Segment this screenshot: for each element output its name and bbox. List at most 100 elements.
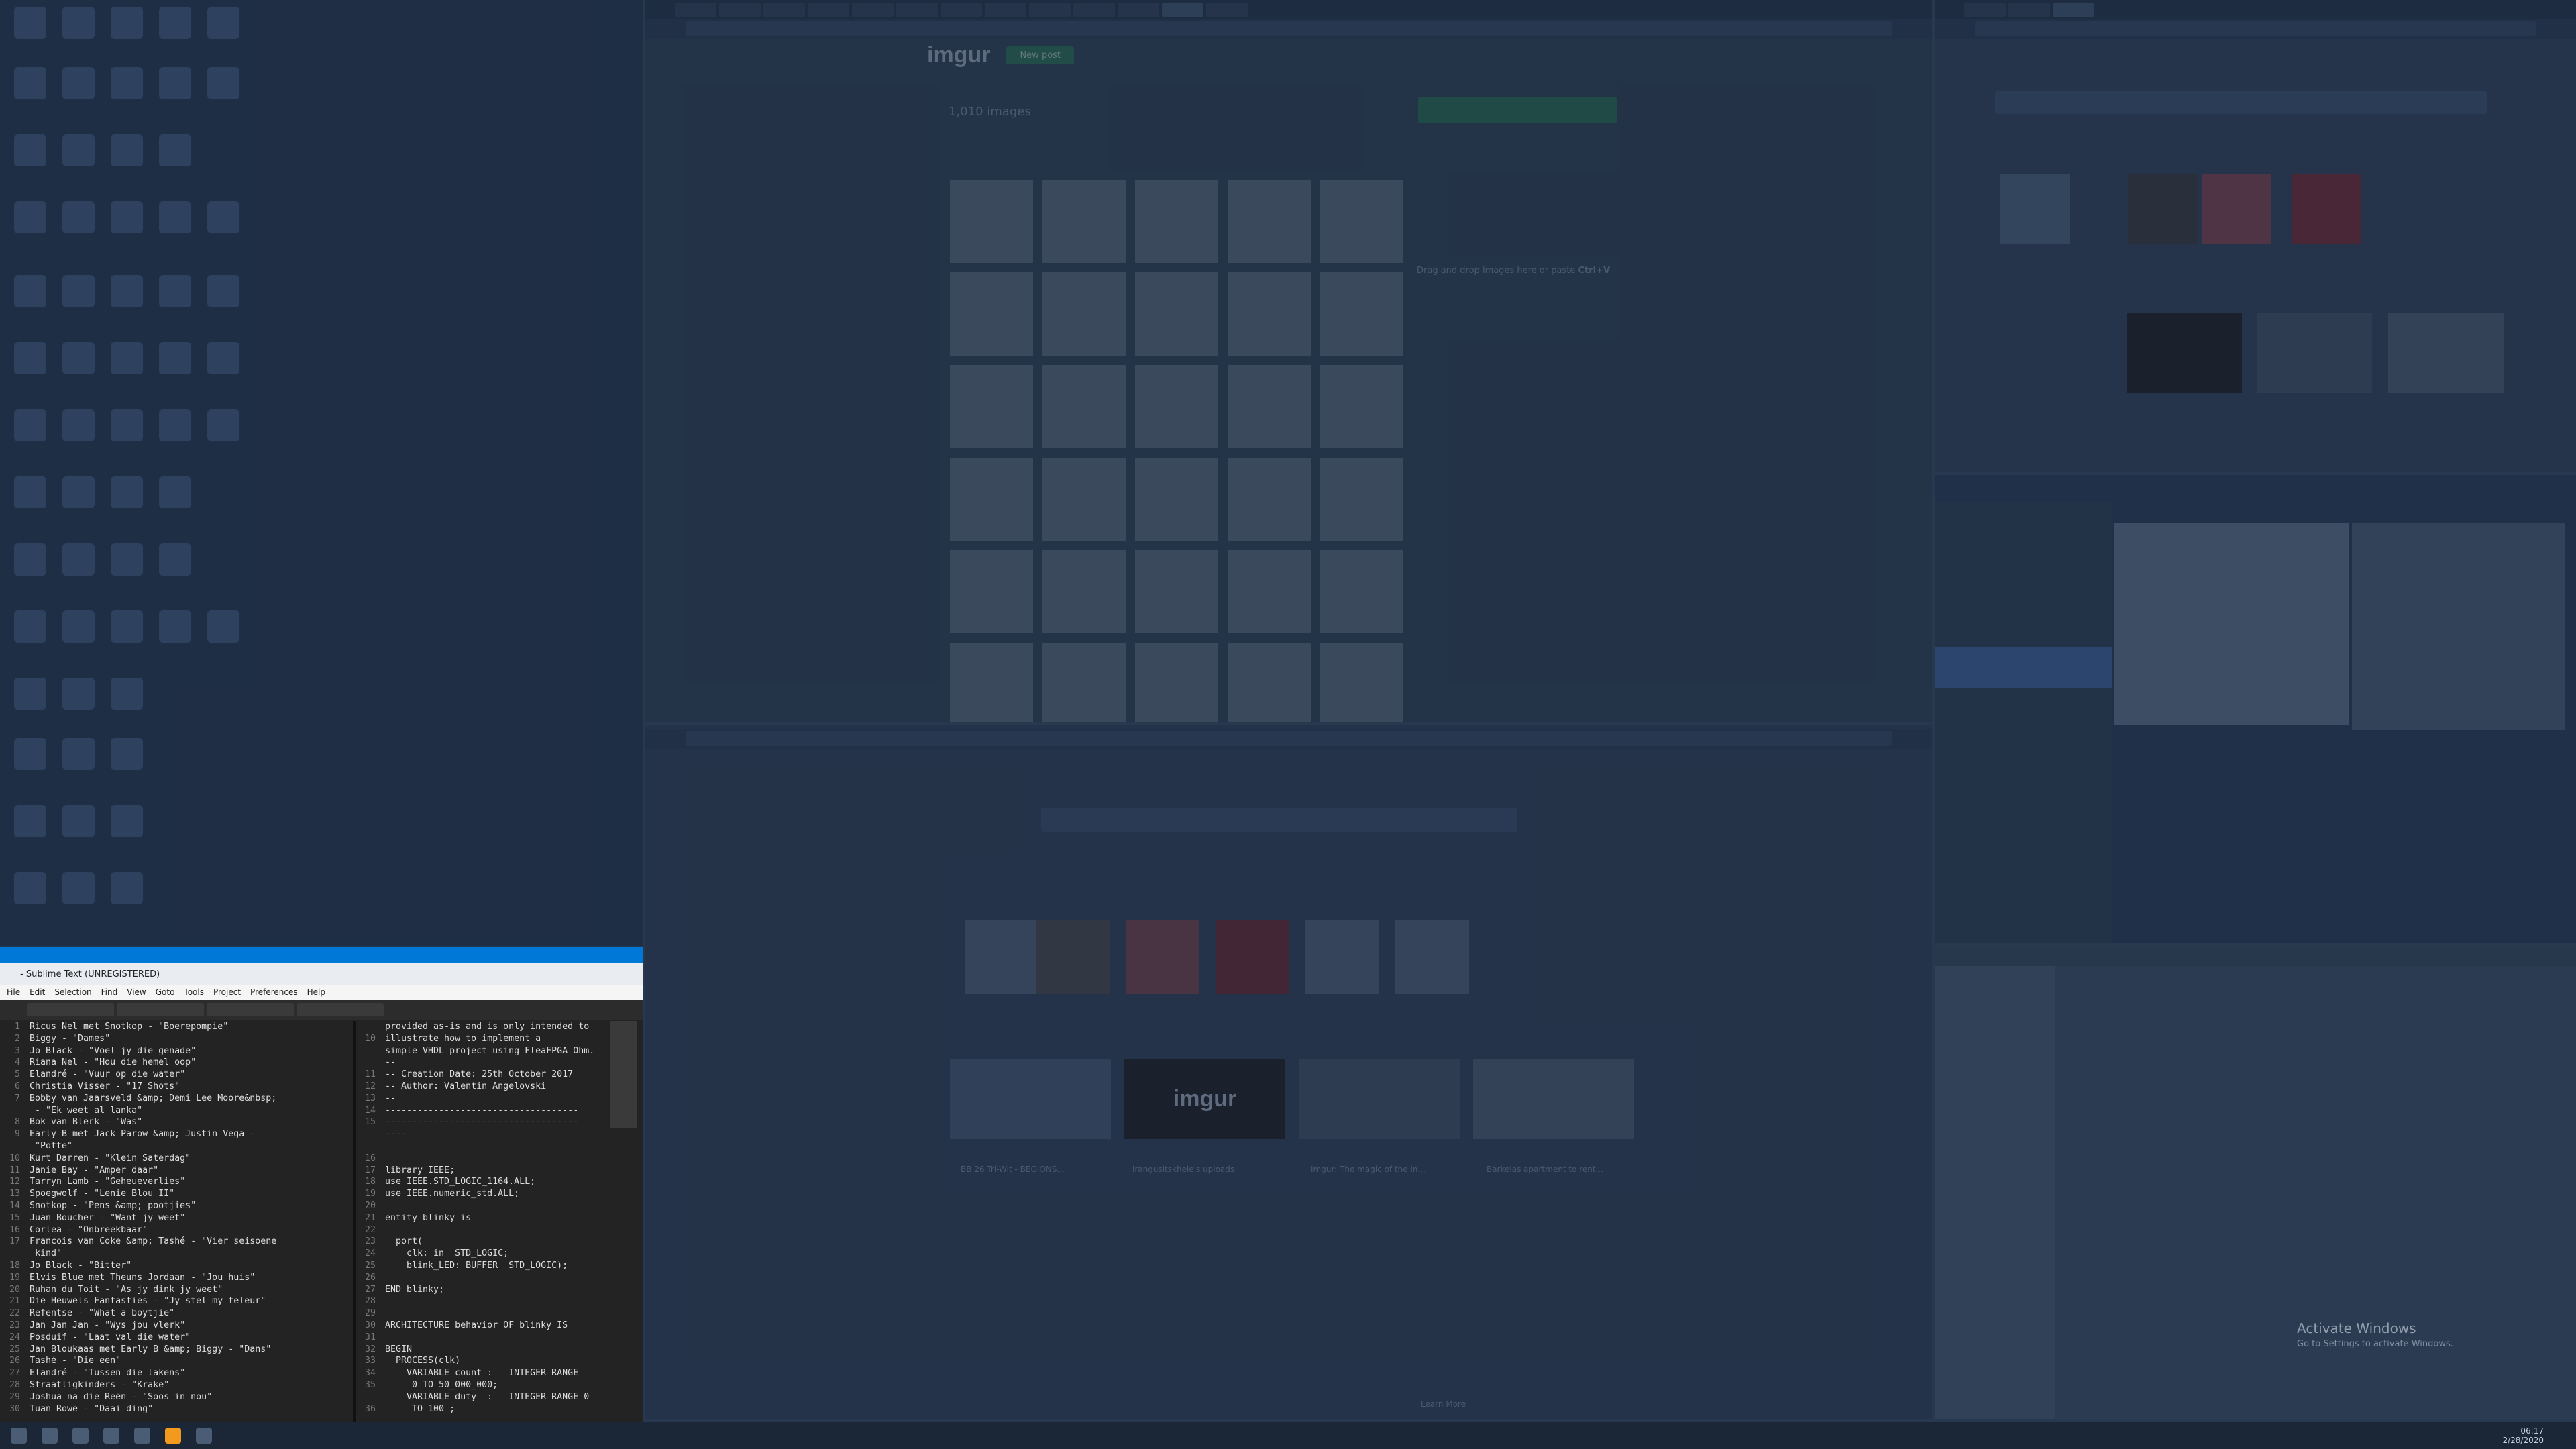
code-line: simple VHDL project using FleaFPGA Ohm. bbox=[360, 1045, 609, 1057]
right-editor[interactable]: provided as-is and is only intended to 10… bbox=[360, 1021, 609, 1415]
code-text: Biggy - "Dames" bbox=[30, 1033, 111, 1044]
code-text: Tuan Rowe - "Daai ding" bbox=[30, 1403, 154, 1414]
menu-goto[interactable]: Goto bbox=[156, 987, 175, 997]
windows-start-icon[interactable] bbox=[11, 1428, 27, 1444]
code-line: 21 entity blinky is bbox=[360, 1212, 609, 1224]
code-line: 31 bbox=[360, 1332, 609, 1344]
line-number: 10 bbox=[364, 1033, 376, 1044]
code-line: 29 bbox=[360, 1307, 609, 1320]
caption-1[interactable]: BB 26 Tri-Wit - BEGIONS... bbox=[961, 1165, 1065, 1174]
code-line: 10 illustrate how to implement a bbox=[360, 1033, 609, 1045]
code-text: Tashé - "Die een" bbox=[30, 1356, 121, 1366]
imgur-logo[interactable]: imgur bbox=[927, 42, 990, 68]
line-number: 13 bbox=[9, 1189, 20, 1199]
code-line: 22 Refentse - "What a boytjie" bbox=[4, 1307, 339, 1320]
imgur-browser: imgur New post 1,010 images Drag and dro… bbox=[645, 0, 1932, 722]
menu-edit[interactable]: Edit bbox=[30, 987, 45, 997]
line-number: 33 bbox=[364, 1356, 376, 1366]
sublime-icon[interactable] bbox=[165, 1428, 181, 1444]
folder-icon[interactable] bbox=[103, 1428, 119, 1444]
line-number: 8 bbox=[14, 1117, 20, 1128]
code-text: Elvis Blue met Theuns Jordaan - "Jou hui… bbox=[30, 1272, 256, 1283]
code-text: ---- bbox=[385, 1129, 407, 1140]
search-icon[interactable] bbox=[42, 1428, 58, 1444]
code-text: VARIABLE duty : INTEGER RANGE 0 bbox=[385, 1391, 590, 1402]
telegram-icon[interactable] bbox=[196, 1428, 212, 1444]
code-text: clk: in STD_LOGIC; bbox=[385, 1248, 509, 1259]
code-line: 14 ------------------------------------ bbox=[360, 1105, 609, 1117]
learn-more-link[interactable]: Learn More bbox=[1421, 1399, 1466, 1409]
line-number: 30 bbox=[364, 1320, 376, 1330]
activate-windows-title: Activate Windows bbox=[2297, 1320, 2416, 1336]
code-line: 19 use IEEE.numeric_std.ALL; bbox=[360, 1188, 609, 1200]
line-number: 28 bbox=[9, 1379, 20, 1390]
desktop-pane bbox=[0, 0, 643, 946]
code-text: ------------------------------------ bbox=[385, 1117, 579, 1128]
line-number: 7 bbox=[14, 1093, 20, 1104]
code-line: ---- bbox=[360, 1128, 609, 1140]
line-number: 36 bbox=[364, 1403, 376, 1414]
line-number: 25 bbox=[364, 1260, 376, 1271]
code-text: -- Author: Valentin Angelovski bbox=[385, 1081, 547, 1091]
sublime-menu: File Edit Selection Find View Goto Tools… bbox=[0, 985, 643, 1000]
line-number: 21 bbox=[9, 1296, 20, 1307]
code-line: 7 Bobby van Jaarsveld &amp; Demi Lee Moor… bbox=[4, 1093, 339, 1105]
code-line: 34 VARIABLE count : INTEGER RANGE bbox=[360, 1367, 609, 1379]
code-line: 23 port( bbox=[360, 1236, 609, 1248]
code-text: Francois van Coke &amp; Tashé - "Vier se… bbox=[30, 1236, 277, 1247]
app-icon[interactable] bbox=[134, 1428, 150, 1444]
new-post-button[interactable]: New post bbox=[1006, 46, 1075, 64]
line-number: 21 bbox=[364, 1212, 376, 1223]
line-number: 11 bbox=[364, 1069, 376, 1080]
address-bar-2[interactable] bbox=[686, 731, 1892, 746]
caption-4[interactable]: Barkelas apartment to rent... bbox=[1487, 1165, 1603, 1174]
caption-3[interactable]: Imgur: The magic of the in... bbox=[1311, 1165, 1426, 1174]
clock-time[interactable]: 06:17 bbox=[2502, 1426, 2544, 1436]
code-text: library IEEE; bbox=[385, 1165, 455, 1175]
line-number: 17 bbox=[9, 1236, 20, 1247]
code-line: 5 Elandré - "Vuur op die water" bbox=[4, 1069, 339, 1081]
menu-tools[interactable]: Tools bbox=[184, 987, 204, 997]
line-number: 20 bbox=[364, 1200, 376, 1211]
line-number: 13 bbox=[364, 1093, 376, 1104]
code-line: 27 Elandré - "Tussen die lakens" bbox=[4, 1367, 339, 1379]
sublime-title: - Sublime Text (UNREGISTERED) bbox=[0, 963, 643, 985]
menu-find[interactable]: Find bbox=[101, 987, 118, 997]
code-line: 17 Francois van Coke &amp; Tashé - "Vier … bbox=[4, 1236, 339, 1248]
menu-view[interactable]: View bbox=[127, 987, 146, 997]
menu-file[interactable]: File bbox=[7, 987, 20, 997]
upload-button[interactable] bbox=[1418, 97, 1617, 123]
code-line: 11 Janie Bay - "Amper daar" bbox=[4, 1165, 339, 1177]
code-line: 30 Tuan Rowe - "Daai ding" bbox=[4, 1403, 339, 1415]
line-number: 29 bbox=[364, 1308, 376, 1319]
code-line: 18 use IEEE.STD_LOGIC_1164.ALL; bbox=[360, 1176, 609, 1188]
code-line: 30 ARCHITECTURE behavior OF blinky IS bbox=[360, 1320, 609, 1332]
line-number: 31 bbox=[364, 1332, 376, 1342]
search-box-right[interactable] bbox=[1995, 91, 2487, 114]
newtab-search[interactable] bbox=[1041, 808, 1517, 832]
code-line: 24 clk: in STD_LOGIC; bbox=[360, 1248, 609, 1260]
menu-preferences[interactable]: Preferences bbox=[250, 987, 298, 997]
code-line: 25 Jan Bloukaas met Early B &amp; Biggy -… bbox=[4, 1344, 339, 1356]
line-number: 28 bbox=[364, 1296, 376, 1307]
left-editor[interactable]: 1 Ricus Nel met Snotkop - "Boerepompie" 2 B… bbox=[4, 1021, 339, 1415]
menu-project[interactable]: Project bbox=[213, 987, 241, 997]
code-line: 28 bbox=[360, 1295, 609, 1307]
caption-2[interactable]: irangusitskhele's uploads bbox=[1132, 1165, 1234, 1174]
menu-help[interactable]: Help bbox=[307, 987, 325, 997]
newtab-imgur-logo: imgur bbox=[1173, 1085, 1237, 1112]
code-text: provided as-is and is only intended to bbox=[385, 1022, 590, 1032]
code-text: simple VHDL project using FleaFPGA Ohm. bbox=[385, 1045, 595, 1056]
line-number: 6 bbox=[14, 1081, 20, 1091]
taskbar: 06:17 2/28/2020 bbox=[0, 1422, 2576, 1449]
code-line: 12 Tarryn Lamb - "Geheueverlies" bbox=[4, 1176, 339, 1188]
clock-date[interactable]: 2/28/2020 bbox=[2502, 1436, 2544, 1445]
firefox-icon[interactable] bbox=[72, 1428, 89, 1444]
code-line: 26 Tashé - "Die een" bbox=[4, 1355, 339, 1367]
code-text: Bobby van Jaarsveld &amp; Demi Lee Moore… bbox=[30, 1093, 277, 1104]
address-bar[interactable] bbox=[686, 21, 1892, 36]
code-line: "Potte" bbox=[4, 1140, 339, 1152]
code-text: Straatligkinders - "Krake" bbox=[30, 1379, 170, 1390]
menu-selection[interactable]: Selection bbox=[54, 987, 91, 997]
code-line: 25 blink_LED: BUFFER STD_LOGIC); bbox=[360, 1260, 609, 1272]
